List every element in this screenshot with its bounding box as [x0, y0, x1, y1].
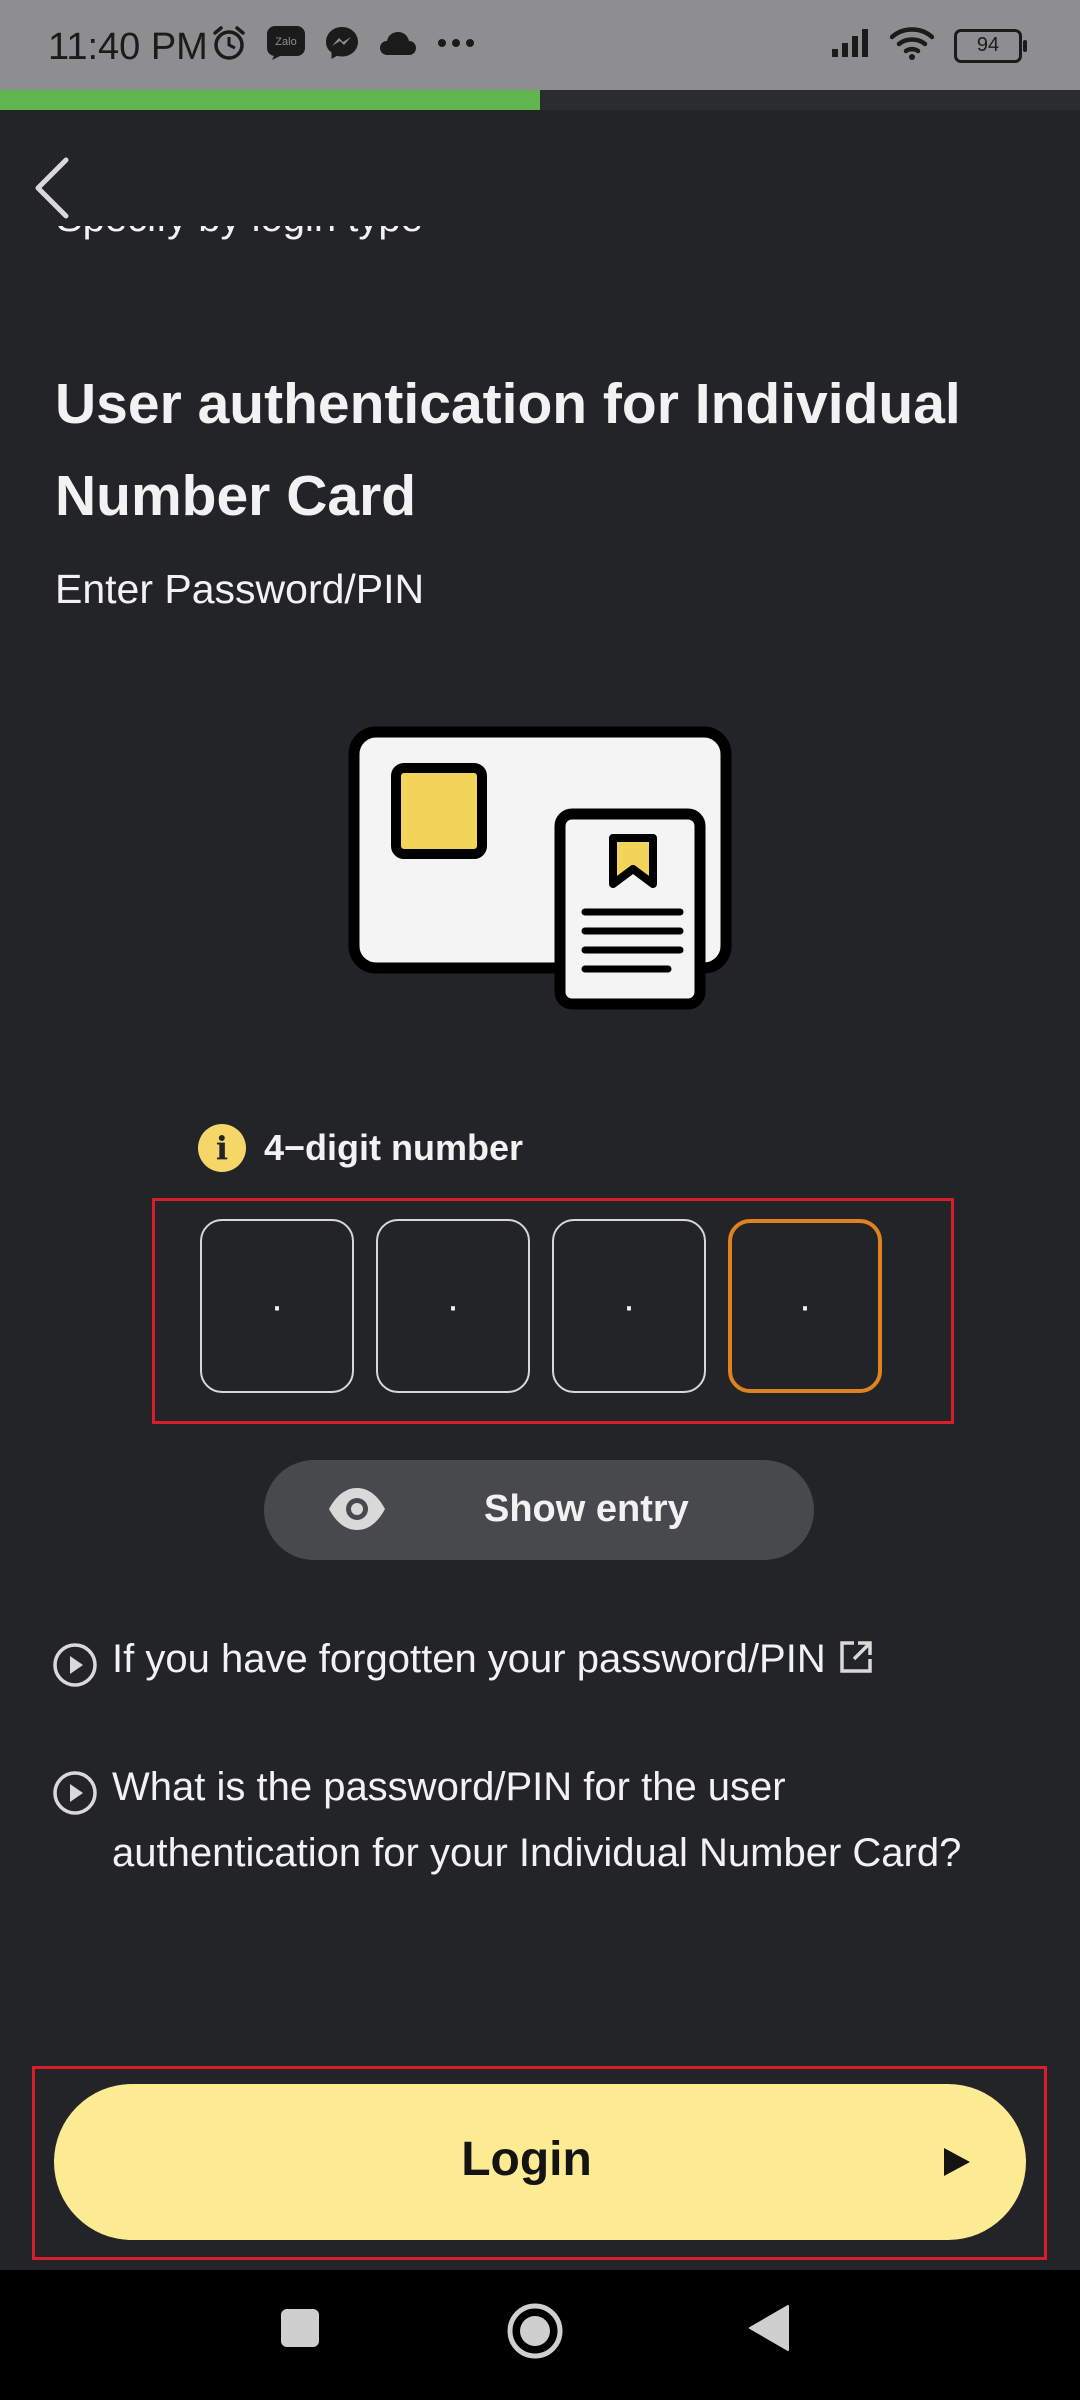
scrolled-text: Specify by login type: [56, 226, 956, 266]
cloud-icon: [378, 28, 418, 58]
zalo-icon-text: Zalo: [275, 36, 296, 48]
external-link-icon: [837, 1637, 875, 1681]
back-chevron-icon: [35, 157, 69, 219]
eye-icon: [326, 1484, 388, 1539]
forgot-pin-label: If you have forgotten your password/PIN: [112, 1637, 826, 1681]
info-icon: i: [198, 1124, 246, 1172]
play-circle-icon: [52, 1642, 98, 1708]
forgot-pin-link[interactable]: If you have forgotten your password/PIN: [52, 1626, 972, 1708]
wifi-icon: [889, 26, 935, 65]
progress-bar: [0, 90, 1080, 110]
pin-hint: i 4−digit number: [198, 1124, 523, 1172]
play-circle-icon: [52, 1770, 98, 1836]
login-button[interactable]: Login: [54, 2084, 1026, 2240]
zalo-icon: Zalo: [266, 25, 306, 61]
recents-icon: [281, 2309, 319, 2347]
page-subtitle: Enter Password/PIN: [55, 566, 425, 612]
progress-fill: [0, 90, 540, 110]
login-label: Login: [461, 2133, 592, 2186]
pin-info-text: What is the password/PIN for the user au…: [112, 1765, 962, 1875]
status-time: 11:40 PM: [48, 26, 208, 68]
screen: 11:40 PM Zalo 94 User authentication for…: [0, 0, 1080, 2400]
play-arrow-icon: [938, 2144, 974, 2185]
show-entry-label: Show entry: [484, 1488, 689, 1530]
pin-input-group: · · · ·: [152, 1198, 954, 1424]
messenger-icon: [324, 25, 360, 61]
back-triangle-icon: [749, 2305, 789, 2351]
notification-icons: Zalo: [210, 24, 476, 62]
pin-hint-text: 4−digit number: [264, 1127, 524, 1168]
scrolled-text-label: Specify by login type: [56, 226, 956, 241]
home-button[interactable]: [506, 2302, 564, 2365]
pin-digit-3[interactable]: ·: [552, 1219, 706, 1393]
forgot-pin-text: If you have forgotten your password/PIN: [112, 1626, 972, 1692]
home-icon: [507, 2303, 563, 2359]
more-icon: [436, 37, 476, 49]
show-entry-button[interactable]: Show entry: [264, 1460, 814, 1560]
id-card-icon: [348, 726, 732, 1010]
pin-digit-2[interactable]: ·: [376, 1219, 530, 1393]
pin-digit-1[interactable]: ·: [200, 1219, 354, 1393]
recents-button[interactable]: [280, 2308, 320, 2353]
status-bar: 11:40 PM Zalo 94: [0, 0, 1080, 90]
pin-info-link[interactable]: What is the password/PIN for the user au…: [52, 1754, 972, 1886]
battery-icon: 94: [954, 28, 1027, 63]
page-title: User authentication for Individual Numbe…: [55, 372, 961, 528]
pin-digit-4[interactable]: ·: [728, 1219, 882, 1393]
alarm-icon: [210, 24, 248, 62]
back-button[interactable]: [26, 152, 82, 222]
back-nav-button[interactable]: [748, 2304, 790, 2357]
id-card-illustration: [348, 726, 732, 1012]
signal-icon: [830, 27, 870, 64]
system-icons: 94: [830, 26, 1027, 65]
system-nav-bar: [0, 2270, 1080, 2400]
